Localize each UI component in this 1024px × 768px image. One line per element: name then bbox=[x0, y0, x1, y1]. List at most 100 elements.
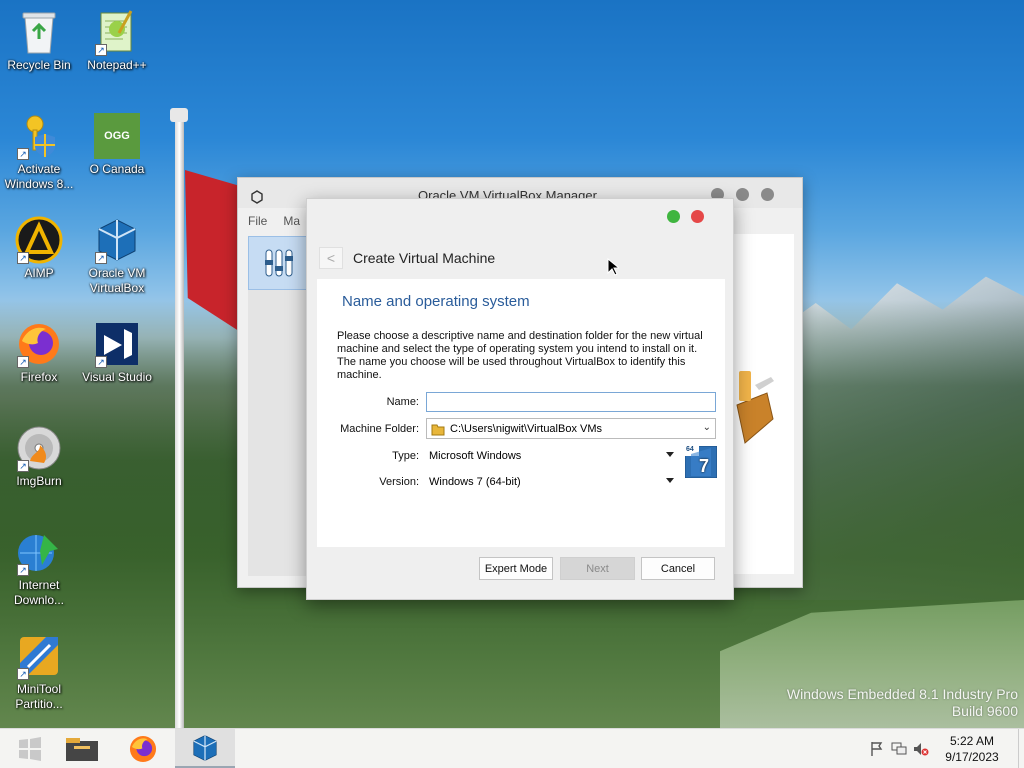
action-center-flag-icon[interactable] bbox=[866, 738, 888, 760]
desktop-icon-label: ImgBurn bbox=[16, 474, 62, 488]
ogg-file-icon: OGG bbox=[93, 112, 141, 160]
aimp-icon: ↗ bbox=[15, 216, 63, 264]
back-button[interactable]: < bbox=[319, 247, 343, 269]
dialog-heading: Create Virtual Machine bbox=[353, 250, 496, 266]
shortcut-arrow-icon: ↗ bbox=[17, 460, 29, 472]
type-select[interactable]: Microsoft Windows bbox=[426, 446, 678, 466]
shortcut-arrow-icon: ↗ bbox=[17, 668, 29, 680]
watermark-edition: Windows Embedded 8.1 Industry Pro bbox=[786, 686, 1018, 702]
firefox-icon: ↗ bbox=[15, 320, 63, 368]
minitool-partition-icon: ↗ bbox=[15, 632, 63, 680]
menu-file[interactable]: File bbox=[248, 214, 267, 236]
shortcut-arrow-icon: ↗ bbox=[17, 564, 29, 576]
windows-watermark: Windows Embedded 8.1 Industry Pro Build … bbox=[787, 686, 1018, 720]
desktop-icon-minitool-partition[interactable]: ↗ MiniTool Partitio... bbox=[1, 632, 77, 712]
desktop-icon-recycle-bin[interactable]: Recycle Bin bbox=[1, 8, 77, 73]
desktop-icon-visual-studio[interactable]: ↗ Visual Studio bbox=[79, 320, 155, 385]
imgburn-icon: ↗ bbox=[15, 424, 63, 472]
desktop-icon-label: Recycle Bin bbox=[7, 58, 71, 72]
version-label: Version: bbox=[379, 476, 419, 488]
maximize-icon[interactable] bbox=[736, 188, 749, 201]
shortcut-arrow-icon: ↗ bbox=[17, 148, 29, 160]
next-button[interactable]: Next bbox=[560, 557, 635, 580]
desktop-icon-label: Oracle VM VirtualBox bbox=[88, 266, 146, 295]
clock-date: 9/17/2023 bbox=[945, 750, 999, 764]
os-badge-bits: 64 bbox=[686, 446, 694, 453]
mouse-pointer-icon bbox=[607, 258, 619, 276]
desktop-icon-label: Firefox bbox=[20, 370, 58, 384]
create-vm-dialog[interactable]: < Create Virtual Machine Name and operat… bbox=[306, 198, 734, 600]
desktop-icon-imgburn[interactable]: ↗ ImgBurn bbox=[1, 424, 77, 489]
shortcut-arrow-icon: ↗ bbox=[17, 356, 29, 368]
chevron-down-icon: ⌄ bbox=[702, 422, 711, 433]
page-title: Name and operating system bbox=[342, 293, 530, 310]
volume-muted-icon[interactable] bbox=[910, 738, 932, 760]
virtualbox-icon: ↗ bbox=[93, 216, 141, 264]
shortcut-arrow-icon: ↗ bbox=[95, 44, 107, 56]
desktop-icon-label: O Canada bbox=[89, 162, 145, 176]
dialog-button-bar: Expert Mode Next Cancel bbox=[307, 551, 735, 591]
desktop-icon-virtualbox[interactable]: ↗ Oracle VM VirtualBox bbox=[79, 216, 155, 296]
desktop-icon-internet-download-manager[interactable]: ↗ Internet Downlo... bbox=[1, 528, 77, 608]
name-input[interactable] bbox=[426, 392, 716, 412]
close-button-icon[interactable] bbox=[691, 210, 704, 223]
show-desktop-button[interactable] bbox=[1018, 729, 1024, 768]
type-value: Microsoft Windows bbox=[429, 450, 522, 462]
desktop-icon-aimp[interactable]: ↗ AIMP bbox=[1, 216, 77, 281]
dropdown-caret-icon bbox=[666, 478, 674, 483]
taskbar: 5:22 AM 9/17/2023 bbox=[0, 728, 1024, 768]
taskbar-virtualbox[interactable] bbox=[175, 729, 235, 768]
dropdown-caret-icon bbox=[666, 452, 674, 457]
machine-folder-select[interactable]: C:\Users\nigwit\VirtualBox VMs ⌄ bbox=[426, 418, 716, 439]
visual-studio-icon: ↗ bbox=[93, 320, 141, 368]
wizard-page: Name and operating system Please choose … bbox=[317, 279, 725, 547]
system-tray: 5:22 AM 9/17/2023 bbox=[866, 729, 1024, 768]
recycle-bin-icon bbox=[15, 8, 63, 56]
type-label: Type: bbox=[392, 450, 419, 462]
taskbar-firefox[interactable] bbox=[113, 729, 173, 768]
desktop-icon-firefox[interactable]: ↗ Firefox bbox=[1, 320, 77, 385]
version-select[interactable]: Windows 7 (64-bit) bbox=[426, 472, 678, 492]
shortcut-arrow-icon: ↗ bbox=[95, 356, 107, 368]
start-icon bbox=[19, 737, 41, 761]
taskbar-clock[interactable]: 5:22 AM 9/17/2023 bbox=[932, 733, 1012, 765]
tools-icon bbox=[265, 249, 293, 277]
os-badge-version: 7 bbox=[699, 456, 710, 476]
desktop-icon-activate-windows[interactable]: ↗ Activate Windows 8... bbox=[1, 112, 77, 192]
desktop-icon-label: Visual Studio bbox=[82, 370, 152, 384]
desktop-icon-label: Notepad++ bbox=[87, 58, 147, 72]
menu-machine[interactable]: Ma bbox=[283, 214, 300, 236]
desktop-icon-label: Internet Downlo... bbox=[13, 578, 65, 607]
virtualbox-icon bbox=[193, 734, 217, 761]
network-icon[interactable] bbox=[888, 738, 910, 760]
expert-mode-button[interactable]: Expert Mode bbox=[479, 557, 553, 580]
shortcut-arrow-icon: ↗ bbox=[17, 252, 29, 264]
ogg-badge: OGG bbox=[94, 113, 140, 159]
windows-7-64bit-os-icon: 64 7 bbox=[684, 445, 718, 479]
close-icon[interactable] bbox=[761, 188, 774, 201]
notepad-plus-plus-icon: ↗ bbox=[93, 8, 141, 56]
key-shield-icon: ↗ bbox=[15, 112, 63, 160]
taskbar-file-explorer[interactable] bbox=[52, 729, 112, 768]
desktop-icon-o-canada[interactable]: OGG O Canada bbox=[79, 112, 155, 177]
internet-download-manager-icon: ↗ bbox=[15, 528, 63, 576]
flagpole-top bbox=[170, 108, 188, 122]
desktop-icon-label: AIMP bbox=[24, 266, 54, 280]
firefox-icon bbox=[129, 735, 157, 763]
zoom-button-icon[interactable] bbox=[667, 210, 680, 223]
virtualbox-logo-icon bbox=[251, 190, 263, 204]
desktop-icon-label: MiniTool Partitio... bbox=[15, 682, 63, 711]
clock-time: 5:22 AM bbox=[949, 734, 995, 748]
page-description: Please choose a descriptive name and des… bbox=[337, 330, 703, 381]
flagpole bbox=[175, 110, 184, 730]
desktop-icon-notepad-plus-plus[interactable]: ↗ Notepad++ bbox=[79, 8, 155, 73]
watermark-build: Build 9600 bbox=[951, 703, 1018, 719]
start-button[interactable] bbox=[0, 729, 60, 768]
file-explorer-icon bbox=[66, 738, 98, 761]
version-value: Windows 7 (64-bit) bbox=[429, 476, 521, 488]
desktop-icon-label: Activate Windows 8... bbox=[4, 162, 74, 191]
manager-menubar: File Ma bbox=[248, 214, 300, 236]
toolbox-illustration-icon bbox=[736, 371, 774, 444]
cancel-button[interactable]: Cancel bbox=[641, 557, 715, 580]
machine-folder-value: C:\Users\nigwit\VirtualBox VMs bbox=[450, 422, 603, 435]
